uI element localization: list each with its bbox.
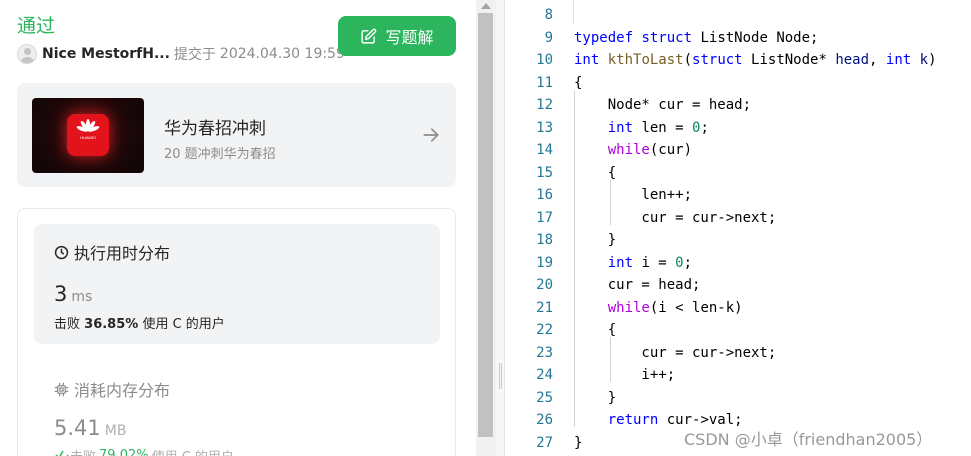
memory-value: 5.41 MB (54, 416, 127, 440)
code-text[interactable]: { (574, 72, 582, 95)
code-text[interactable]: } (574, 229, 616, 252)
line-number: 18 (536, 232, 553, 248)
code-text[interactable]: cur = cur->next; (574, 207, 776, 230)
arrow-right-icon[interactable] (421, 125, 441, 145)
code-line[interactable]: 8 (505, 4, 971, 27)
code-text[interactable]: int i = 0; (574, 252, 692, 275)
chip-icon (54, 382, 69, 396)
svg-text:HUAWEI: HUAWEI (80, 135, 96, 140)
code-text[interactable]: len++; (574, 184, 692, 207)
line-number: 13 (536, 119, 553, 136)
code-text[interactable]: int kthToLast(struct ListNode* head, int… (574, 49, 937, 72)
code-text[interactable]: typedef struct ListNode Node; (574, 27, 818, 50)
code-text[interactable]: i++; (574, 364, 675, 387)
code-text[interactable]: while(cur) (574, 139, 692, 162)
memory-title: 消耗内存分布 (74, 381, 171, 400)
code-text[interactable]: Node* cur = head; (574, 94, 751, 117)
runtime-beat: 击败 36.85% 使用 C 的用户 (54, 317, 225, 332)
code-line[interactable]: 9 typedef struct ListNode Node; (505, 27, 971, 50)
beat-icon (55, 450, 69, 456)
line-number: 22 (536, 322, 553, 338)
panel-splitter[interactable] (496, 0, 505, 456)
avatar[interactable] (17, 44, 37, 64)
runtime-unit: ms (71, 289, 93, 305)
code-line[interactable]: 10 int kthToLast(struct ListNode* head, i… (505, 49, 971, 72)
line-number: 17 (536, 209, 553, 226)
code-text[interactable]: } (574, 432, 582, 455)
submitted-time: 2024.04.30 19:59 (219, 46, 345, 62)
stats-panel: 执行用时分布 3 ms 击败 36.85% 使用 C 的用户 消耗内存分布 5.4… (17, 208, 456, 456)
promo-image: HUAWEI (32, 98, 144, 173)
edit-icon (361, 28, 377, 44)
runtime-card[interactable]: 执行用时分布 3 ms 击败 36.85% 使用 C 的用户 (34, 224, 440, 344)
code-text[interactable]: while(i < len-k) (574, 297, 743, 320)
line-number: 8 (544, 7, 553, 23)
scroll-thumb[interactable] (478, 13, 493, 437)
code-text[interactable]: cur = head; (574, 274, 701, 297)
submission-panel: 通过 Nice MestorfH... 提交于 2024.04.30 19:59… (0, 0, 476, 456)
promo-subtitle: 20 题冲刺华为春招 (164, 147, 276, 162)
line-number: 20 (536, 277, 553, 293)
huawei-logo-icon: HUAWEI (76, 119, 100, 140)
code-editor[interactable]: 8 9 typedef struct ListNode Node; 10 int kth… (505, 0, 971, 456)
line-number: 21 (536, 299, 553, 316)
submission-status: 通过 (17, 15, 56, 37)
line-number: 11 (536, 74, 553, 91)
clock-icon (54, 245, 69, 259)
watermark: CSDN @小卓（friendhan2005） (684, 430, 933, 449)
author-name[interactable]: Nice MestorfH... (42, 46, 170, 62)
submitted-label: 提交于 (173, 47, 216, 63)
runtime-value: 3 ms (54, 282, 93, 306)
line-number: 26 (536, 412, 553, 428)
code-text[interactable]: int len = 0; (574, 117, 709, 140)
line-number: 16 (536, 187, 553, 203)
runtime-beat-percent: 36.85% (84, 317, 139, 332)
write-solution-label: 写题解 (385, 28, 434, 47)
promo-title: 华为春招冲刺 (164, 119, 266, 139)
memory-beat-percent: 79.02% (99, 448, 149, 456)
line-number: 25 (536, 389, 553, 406)
promo-card[interactable]: HUAWEI 华为春招冲刺 20 题冲刺华为春招 (17, 83, 456, 187)
left-scrollbar[interactable] (476, 0, 496, 456)
memory-unit: MB (104, 423, 127, 439)
line-number: 23 (536, 344, 553, 361)
line-number: 27 (536, 434, 553, 451)
line-number: 10 (536, 52, 553, 68)
line-number: 9 (544, 29, 553, 46)
drag-handle-icon[interactable] (499, 363, 502, 389)
runtime-title: 执行用时分布 (74, 244, 171, 263)
line-number: 14 (536, 142, 553, 158)
line-number: 19 (536, 254, 553, 271)
memory-tab[interactable]: 消耗内存分布 (54, 377, 170, 401)
line-number: 12 (536, 97, 553, 113)
memory-beat: 击败 79.02% 使用 C 的用户 (54, 446, 234, 456)
line-number: 24 (536, 367, 553, 383)
submission-meta: Nice MestorfH... 提交于 2024.04.30 19:59 (17, 44, 345, 64)
code-text[interactable]: } (574, 387, 616, 410)
line-number: 15 (536, 164, 553, 181)
scroll-up-icon[interactable] (481, 3, 491, 9)
code-text[interactable]: cur = cur->next; (574, 342, 776, 365)
write-solution-button[interactable]: 写题解 (338, 16, 456, 56)
